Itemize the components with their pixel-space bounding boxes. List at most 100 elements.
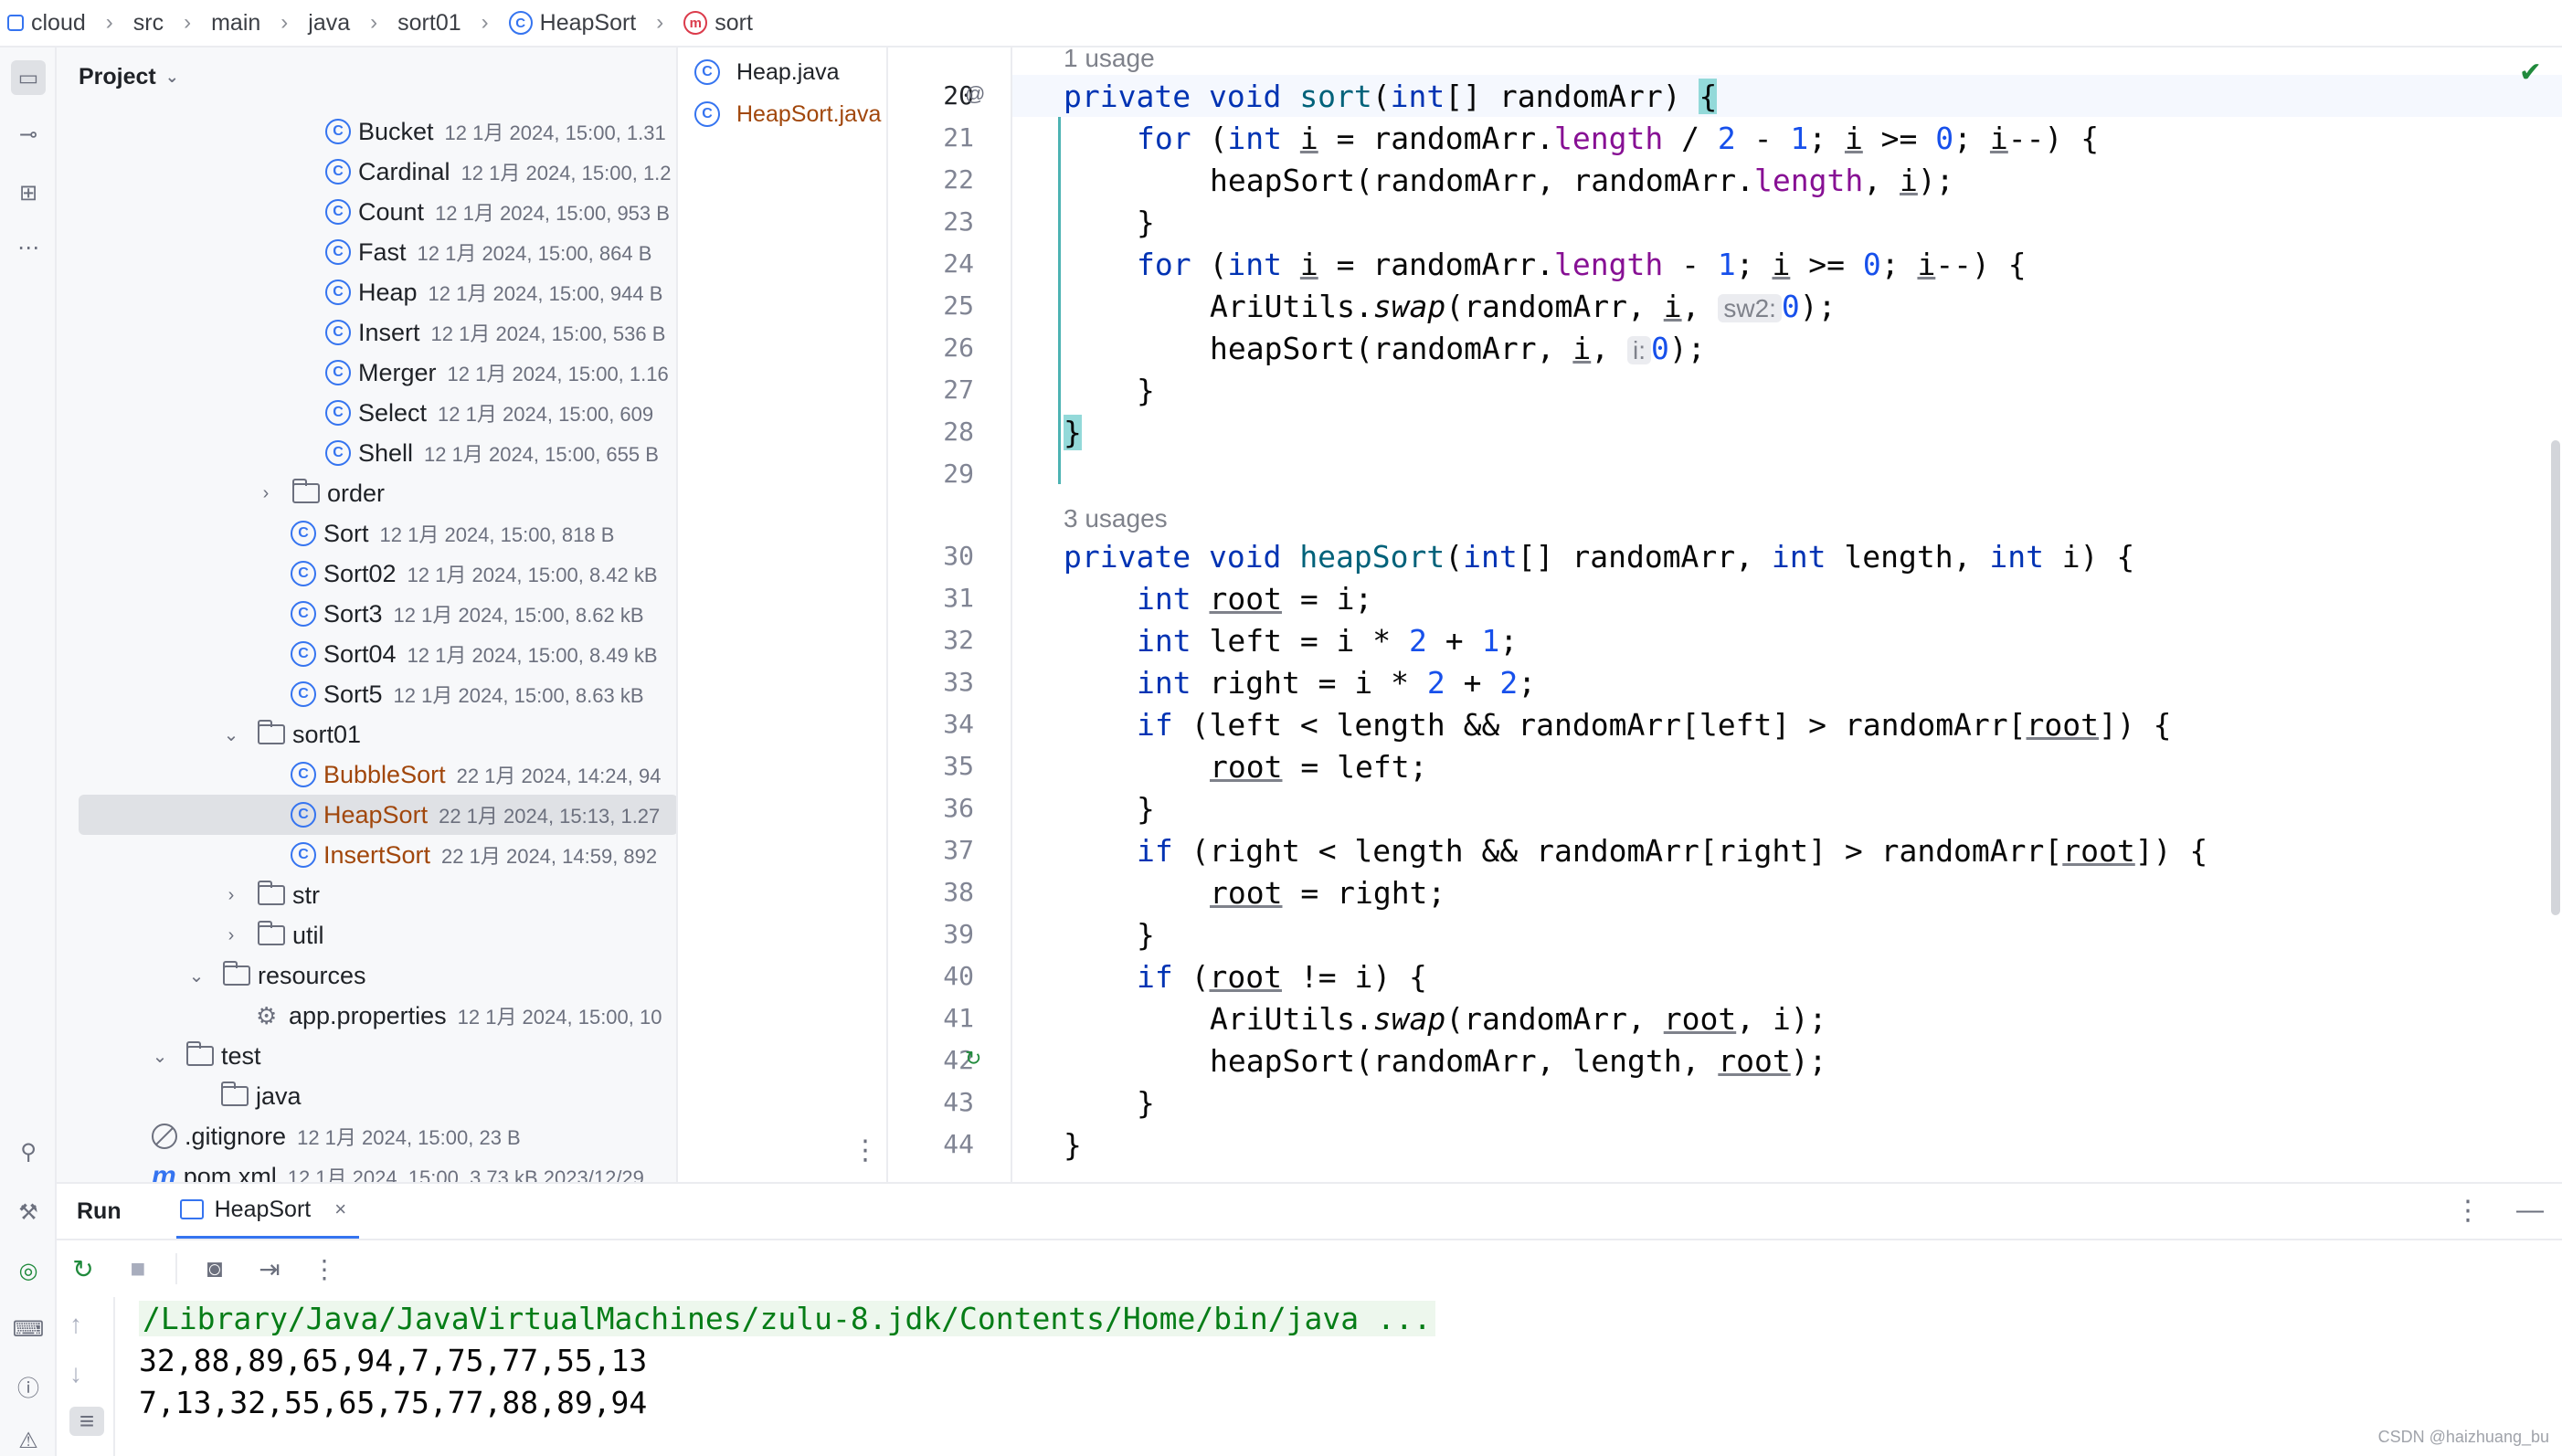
search-icon[interactable]: ⚲ xyxy=(11,1134,46,1169)
inspection-ok-check-icon[interactable]: ✔ xyxy=(2519,57,2542,89)
chevron-right-icon[interactable]: › xyxy=(254,483,278,504)
tree-item-fast[interactable]: C Fast 12 1月 2024, 15:00, 864 B xyxy=(57,232,676,272)
commit-icon[interactable]: ⊸ xyxy=(11,117,46,152)
code-line-36: } xyxy=(1137,791,1155,827)
tree-item-sort02[interactable]: C Sort02 12 1月 2024, 15:00, 8.42 kB xyxy=(57,554,676,594)
code-line-33: int right = i * 2 + 2; xyxy=(1137,665,1537,701)
tree-item-gitignore[interactable]: .gitignore 12 1月 2024, 15:00, 23 B xyxy=(57,1116,676,1156)
rerun-icon[interactable]: ↻ xyxy=(66,1251,101,1286)
line-number: 23 xyxy=(943,206,974,237)
camera-icon[interactable]: ◙ xyxy=(197,1251,232,1286)
code-editor[interactable]: 20 @ 21 22 23 24 25 26 27 28 29 30 31 32… xyxy=(888,47,2562,1182)
tree-item-sort3[interactable]: C Sort3 12 1月 2024, 15:00, 8.62 kB xyxy=(57,594,676,634)
code-line-41: AriUtils.swap(randomArr, root, i); xyxy=(1210,1001,1827,1037)
tree-item-heapsort[interactable]: C HeapSort 22 1月 2024, 15:13, 1.27 xyxy=(79,795,676,835)
breadcrumb-item-heapsort[interactable]: C HeapSort xyxy=(508,10,636,37)
run-panel-title: Run xyxy=(77,1198,122,1224)
breadcrumb-item-src[interactable]: src xyxy=(133,10,164,37)
tree-item-app-properties[interactable]: ⚙ app.properties 12 1月 2024, 15:00, 10 xyxy=(57,996,676,1036)
tree-item-insert[interactable]: C Insert 12 1月 2024, 15:00, 536 B xyxy=(57,312,676,353)
tree-folder-util[interactable]: › util xyxy=(57,915,676,955)
tree-item-heap[interactable]: C Heap 12 1月 2024, 15:00, 944 B xyxy=(57,272,676,312)
scroll-down-arrow-icon[interactable]: ↓ xyxy=(69,1359,82,1388)
editor-scrollbar[interactable] xyxy=(2551,440,2560,915)
tree-item-sort[interactable]: C Sort 12 1月 2024, 15:00, 818 B xyxy=(57,513,676,554)
tab-heapsort-java[interactable]: C HeapSort.java xyxy=(678,93,886,135)
console-gutter: ↑ ↓ ≡ xyxy=(57,1297,115,1456)
tree-item-shell[interactable]: C Shell 12 1月 2024, 15:00, 655 B xyxy=(57,433,676,473)
tree-folder-java[interactable]: java xyxy=(57,1076,676,1116)
tree-item-sort04[interactable]: C Sort04 12 1月 2024, 15:00, 8.49 kB xyxy=(57,634,676,674)
run-panel-header: Run HeapSort × ⋮ — xyxy=(57,1182,2562,1240)
export-icon[interactable]: ⇥ xyxy=(252,1251,287,1286)
breadcrumb-item-sort01[interactable]: sort01 xyxy=(397,10,461,37)
class-icon: C xyxy=(694,59,720,85)
chevron-right-icon: › xyxy=(184,10,192,35)
toolbar-divider xyxy=(175,1253,177,1284)
project-panel-header[interactable]: Project ⌄ xyxy=(57,47,676,106)
override-at-icon[interactable]: @ xyxy=(965,82,985,106)
breadcrumb-item-sort[interactable]: m sort xyxy=(683,10,753,37)
tab-heap-java[interactable]: C Heap.java xyxy=(678,51,886,93)
chevron-right-icon: › xyxy=(656,10,664,35)
tree-item-merger[interactable]: C Merger 12 1月 2024, 15:00, 1.16 xyxy=(57,353,676,393)
code-line-28: } xyxy=(1064,415,1082,450)
tree-item-bubblesort[interactable]: C BubbleSort 22 1月 2024, 14:24, 94 xyxy=(57,754,676,795)
console-output[interactable]: ↑ ↓ ≡ /Library/Java/JavaVirtualMachines/… xyxy=(57,1297,2562,1456)
tree-folder-str[interactable]: › str xyxy=(57,875,676,915)
tree-item-insertsort[interactable]: C InsertSort 22 1月 2024, 14:59, 892 xyxy=(57,835,676,875)
parameter-hint: sw2: xyxy=(1718,294,1782,322)
more-options-icon[interactable]: ⋮ xyxy=(852,1134,879,1166)
line-number: 33 xyxy=(943,667,974,697)
chevron-down-icon[interactable]: ⌄ xyxy=(148,1045,172,1068)
tree-folder-order[interactable]: › order xyxy=(57,473,676,513)
tree-folder-sort01[interactable]: ⌄ sort01 xyxy=(57,714,676,754)
run-tab-heapsort[interactable]: HeapSort × xyxy=(175,1183,360,1240)
code-line-27: } xyxy=(1137,373,1155,408)
tree-item-bucket[interactable]: C Bucket 12 1月 2024, 15:00, 1.31 xyxy=(57,111,676,152)
chevron-down-icon: ⌄ xyxy=(164,67,179,86)
soft-wrap-icon[interactable]: ≡ xyxy=(69,1407,104,1436)
build-hammer-icon[interactable]: ⚒ xyxy=(11,1195,46,1229)
scroll-up-arrow-icon[interactable]: ↑ xyxy=(69,1310,82,1339)
watermark: CSDN @haizhuang_bu xyxy=(2377,1428,2549,1446)
class-icon: C xyxy=(325,159,351,185)
code-area[interactable]: 1 usage private void sort(int[] randomAr… xyxy=(1012,47,2562,1182)
chevron-right-icon[interactable]: › xyxy=(219,885,243,906)
line-number: 27 xyxy=(943,375,974,405)
usages-hint[interactable]: 3 usages xyxy=(1064,504,1168,533)
line-number: 28 xyxy=(943,417,974,447)
minimize-icon[interactable]: — xyxy=(2516,1195,2544,1227)
structure-icon[interactable]: ⊞ xyxy=(11,175,46,210)
usage-hint[interactable]: 1 usage xyxy=(1064,47,1155,73)
more-tools-icon[interactable]: ⋯ xyxy=(11,230,46,265)
chevron-down-icon[interactable]: ⌄ xyxy=(219,723,243,746)
git-icon[interactable]: ⚠ xyxy=(11,1423,46,1456)
breadcrumb-item-cloud[interactable]: cloud xyxy=(7,10,86,37)
class-icon: C xyxy=(291,681,316,707)
tree-item-select[interactable]: C Select 12 1月 2024, 15:00, 609 xyxy=(57,393,676,433)
close-icon[interactable]: × xyxy=(334,1198,346,1221)
tree-item-sort5[interactable]: C Sort5 12 1月 2024, 15:00, 8.63 kB xyxy=(57,674,676,714)
more-options-icon[interactable]: ⋮ xyxy=(307,1251,342,1286)
tree-item-count[interactable]: C Count 12 1月 2024, 15:00, 953 B xyxy=(57,192,676,232)
breadcrumb-item-main[interactable]: main xyxy=(211,10,260,37)
project-folder-icon[interactable]: ▭ xyxy=(11,60,46,95)
recursive-call-icon[interactable]: ↻ xyxy=(965,1047,981,1071)
problems-icon[interactable]: ⓘ xyxy=(11,1368,46,1403)
tree-folder-resources[interactable]: ⌄ resources xyxy=(57,955,676,996)
tree-folder-test[interactable]: ⌄ test xyxy=(57,1036,676,1076)
stop-icon[interactable]: ■ xyxy=(121,1251,155,1286)
chevron-right-icon[interactable]: › xyxy=(219,925,243,946)
terminal-icon[interactable]: ⌨ xyxy=(11,1312,46,1346)
services-icon[interactable]: ◎ xyxy=(11,1253,46,1288)
chevron-down-icon[interactable]: ⌄ xyxy=(185,965,208,987)
class-icon: C xyxy=(694,101,720,127)
breadcrumb-item-java[interactable]: java xyxy=(308,10,350,37)
class-icon: C xyxy=(325,119,351,144)
code-line-34: if (left < length && randomArr[left] > r… xyxy=(1137,707,2172,743)
tree-item-pom-xml[interactable]: m pom.xml 12 1月 2024, 15:00, 3.73 kB 2023/… xyxy=(57,1156,676,1182)
tree-item-cardinal[interactable]: C Cardinal 12 1月 2024, 15:00, 1.2 xyxy=(57,152,676,192)
folder-icon xyxy=(221,1081,249,1106)
more-options-icon[interactable]: ⋮ xyxy=(2454,1195,2482,1227)
